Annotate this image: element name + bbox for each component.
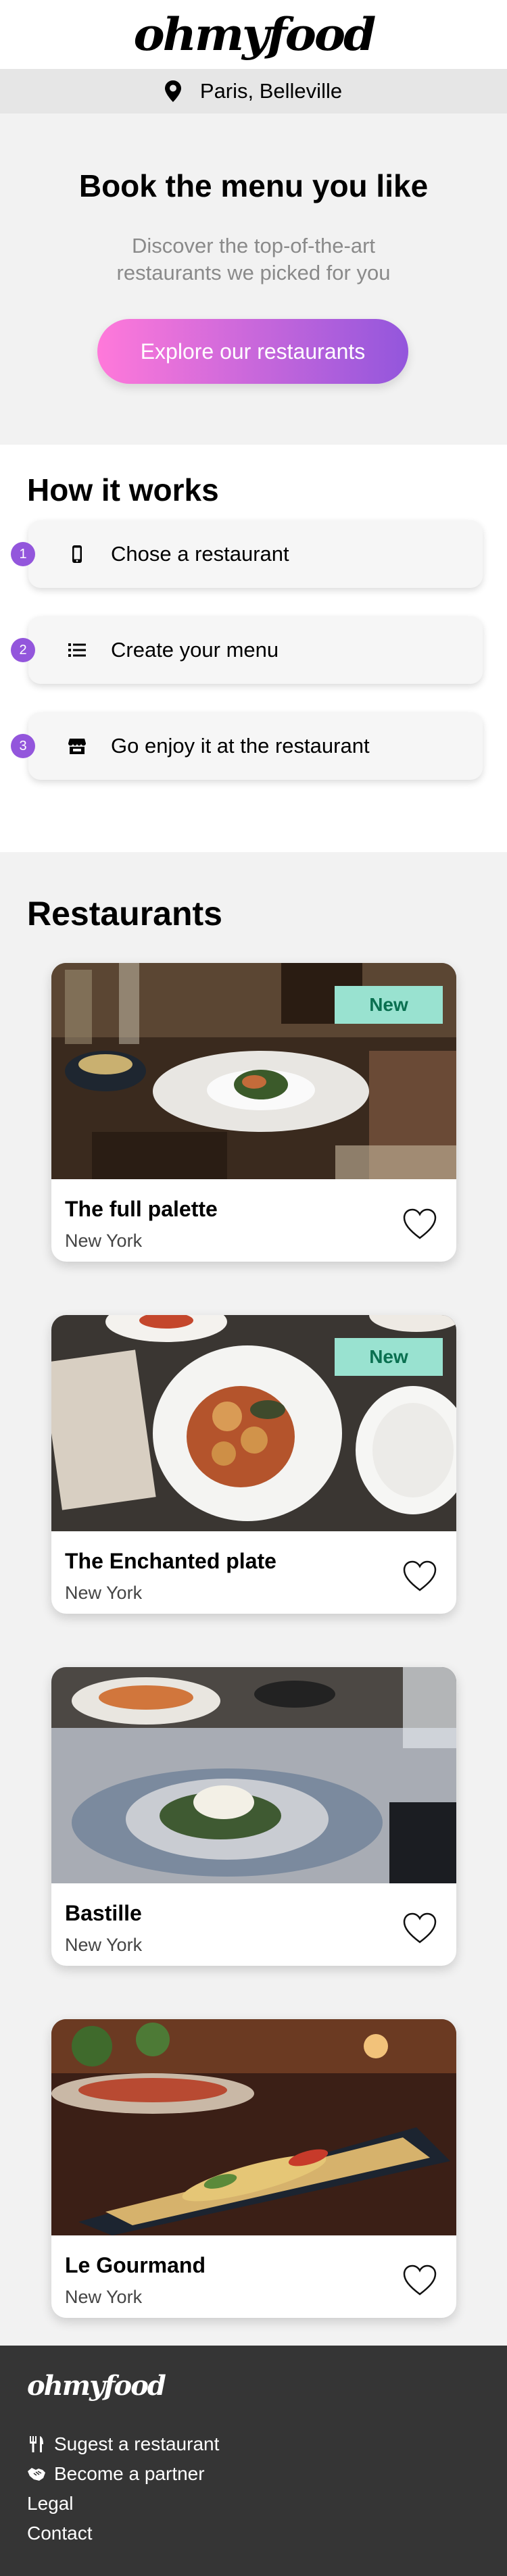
footer-link-legal[interactable]: Legal xyxy=(27,2493,74,2515)
list-icon xyxy=(68,643,86,657)
heart-icon[interactable] xyxy=(402,1560,437,1592)
store-icon xyxy=(68,739,86,754)
hero-title: Book the menu you like xyxy=(78,168,429,203)
restaurants-section: Restaurants New The full palette New Yor… xyxy=(0,852,507,2346)
site-footer: ohmyfood Sugest a restaurant Become a pa… xyxy=(0,2346,507,2576)
step-create-menu[interactable]: 2 Create your menu xyxy=(11,616,483,684)
location-bar: Paris, Belleville xyxy=(0,69,507,114)
footer-link-partner[interactable]: Become a partner xyxy=(27,2463,205,2485)
site-logo[interactable]: ohmyfood xyxy=(133,8,376,61)
new-badge: New xyxy=(335,1338,443,1376)
heart-icon[interactable] xyxy=(402,1912,437,1944)
map-pin-icon xyxy=(164,80,181,102)
step-choose-restaurant[interactable]: 1 Chose a restaurant xyxy=(11,520,483,588)
how-it-works-section: How it works 1 Chose a restaurant 2 Crea… xyxy=(0,445,507,852)
restaurant-name: The full palette xyxy=(65,1197,218,1221)
restaurants-title: Restaurants xyxy=(27,895,222,933)
footer-link-contact[interactable]: Contact xyxy=(27,2523,93,2544)
restaurant-city: New York xyxy=(65,2287,143,2307)
hero-section: Book the menu you like Discover the top-… xyxy=(0,114,507,445)
heart-icon[interactable] xyxy=(402,2264,437,2296)
restaurant-city: New York xyxy=(65,1583,143,1603)
step-label: Chose a restaurant xyxy=(111,542,289,566)
restaurant-city: New York xyxy=(65,1231,143,1251)
step-label: Go enjoy it at the restaurant xyxy=(111,734,370,758)
footer-link-suggest[interactable]: Sugest a restaurant xyxy=(27,2433,219,2455)
footer-link-label: Become a partner xyxy=(54,2463,205,2484)
hero-subtitle: Discover the top-of-the-art restaurants … xyxy=(0,232,507,287)
footer-link-label: Contact xyxy=(27,2523,93,2544)
restaurant-name: Le Gourmand xyxy=(65,2253,206,2277)
step-number: 1 xyxy=(11,542,35,566)
hero-subtitle-line1: Discover the top-of-the-art xyxy=(131,234,376,257)
restaurant-photo xyxy=(51,2019,456,2235)
step-enjoy-restaurant[interactable]: 3 Go enjoy it at the restaurant xyxy=(11,712,483,780)
restaurant-name: The Enchanted plate xyxy=(65,1549,276,1573)
restaurant-card[interactable]: New The Enchanted plate New York xyxy=(51,1315,456,1614)
how-it-works-title: How it works xyxy=(27,472,219,507)
mobile-phone-icon xyxy=(72,545,82,563)
footer-logo[interactable]: ohmyfood xyxy=(27,2370,166,2402)
explore-restaurants-button[interactable]: Explore our restaurants xyxy=(97,319,408,384)
site-header: ohmyfood xyxy=(0,0,507,69)
restaurant-photo xyxy=(51,1667,456,1883)
heart-icon[interactable] xyxy=(402,1208,437,1240)
restaurant-card[interactable]: Bastille New York xyxy=(51,1667,456,1966)
step-number: 3 xyxy=(11,734,35,758)
location-text: Paris, Belleville xyxy=(199,79,343,103)
restaurant-card[interactable]: Le Gourmand New York xyxy=(51,2019,456,2318)
footer-link-label: Sugest a restaurant xyxy=(54,2433,220,2454)
restaurant-city: New York xyxy=(65,1935,143,1955)
new-badge: New xyxy=(335,986,443,1024)
restaurant-card[interactable]: New The full palette New York xyxy=(51,963,456,1262)
step-number: 2 xyxy=(11,638,35,662)
utensils-icon xyxy=(30,2436,43,2452)
footer-link-label: Legal xyxy=(27,2493,74,2514)
handshake-icon xyxy=(28,2468,45,2481)
step-label: Create your menu xyxy=(111,638,279,662)
hero-subtitle-line2: restaurants we picked for you xyxy=(116,261,391,284)
restaurant-name: Bastille xyxy=(65,1901,142,1925)
